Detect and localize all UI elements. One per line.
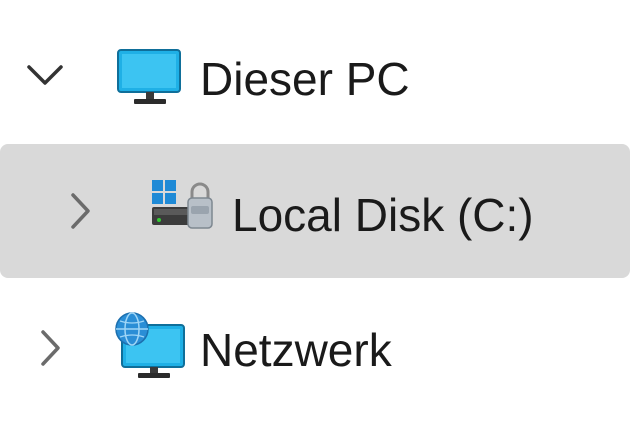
drive-icon [150,176,220,232]
tree-item-network[interactable]: Netzwerk [0,281,640,415]
tree-item-label: Dieser PC [200,53,410,105]
tree-item-this-pc[interactable]: Dieser PC [0,10,640,144]
network-icon [112,311,188,381]
tree-item-label: Netzwerk [200,324,392,376]
tree-item-local-disk[interactable]: Local Disk (C:) [0,144,640,278]
chevron-right-icon[interactable] [30,328,70,368]
chevron-right-icon[interactable] [60,191,100,231]
navigation-pane-tree: Dieser PC Local Disk (C:) Netzwerk [0,0,640,444]
monitor-icon [116,48,184,108]
tree-item-label: Local Disk (C:) [232,189,534,241]
chevron-down-icon[interactable] [25,55,65,95]
